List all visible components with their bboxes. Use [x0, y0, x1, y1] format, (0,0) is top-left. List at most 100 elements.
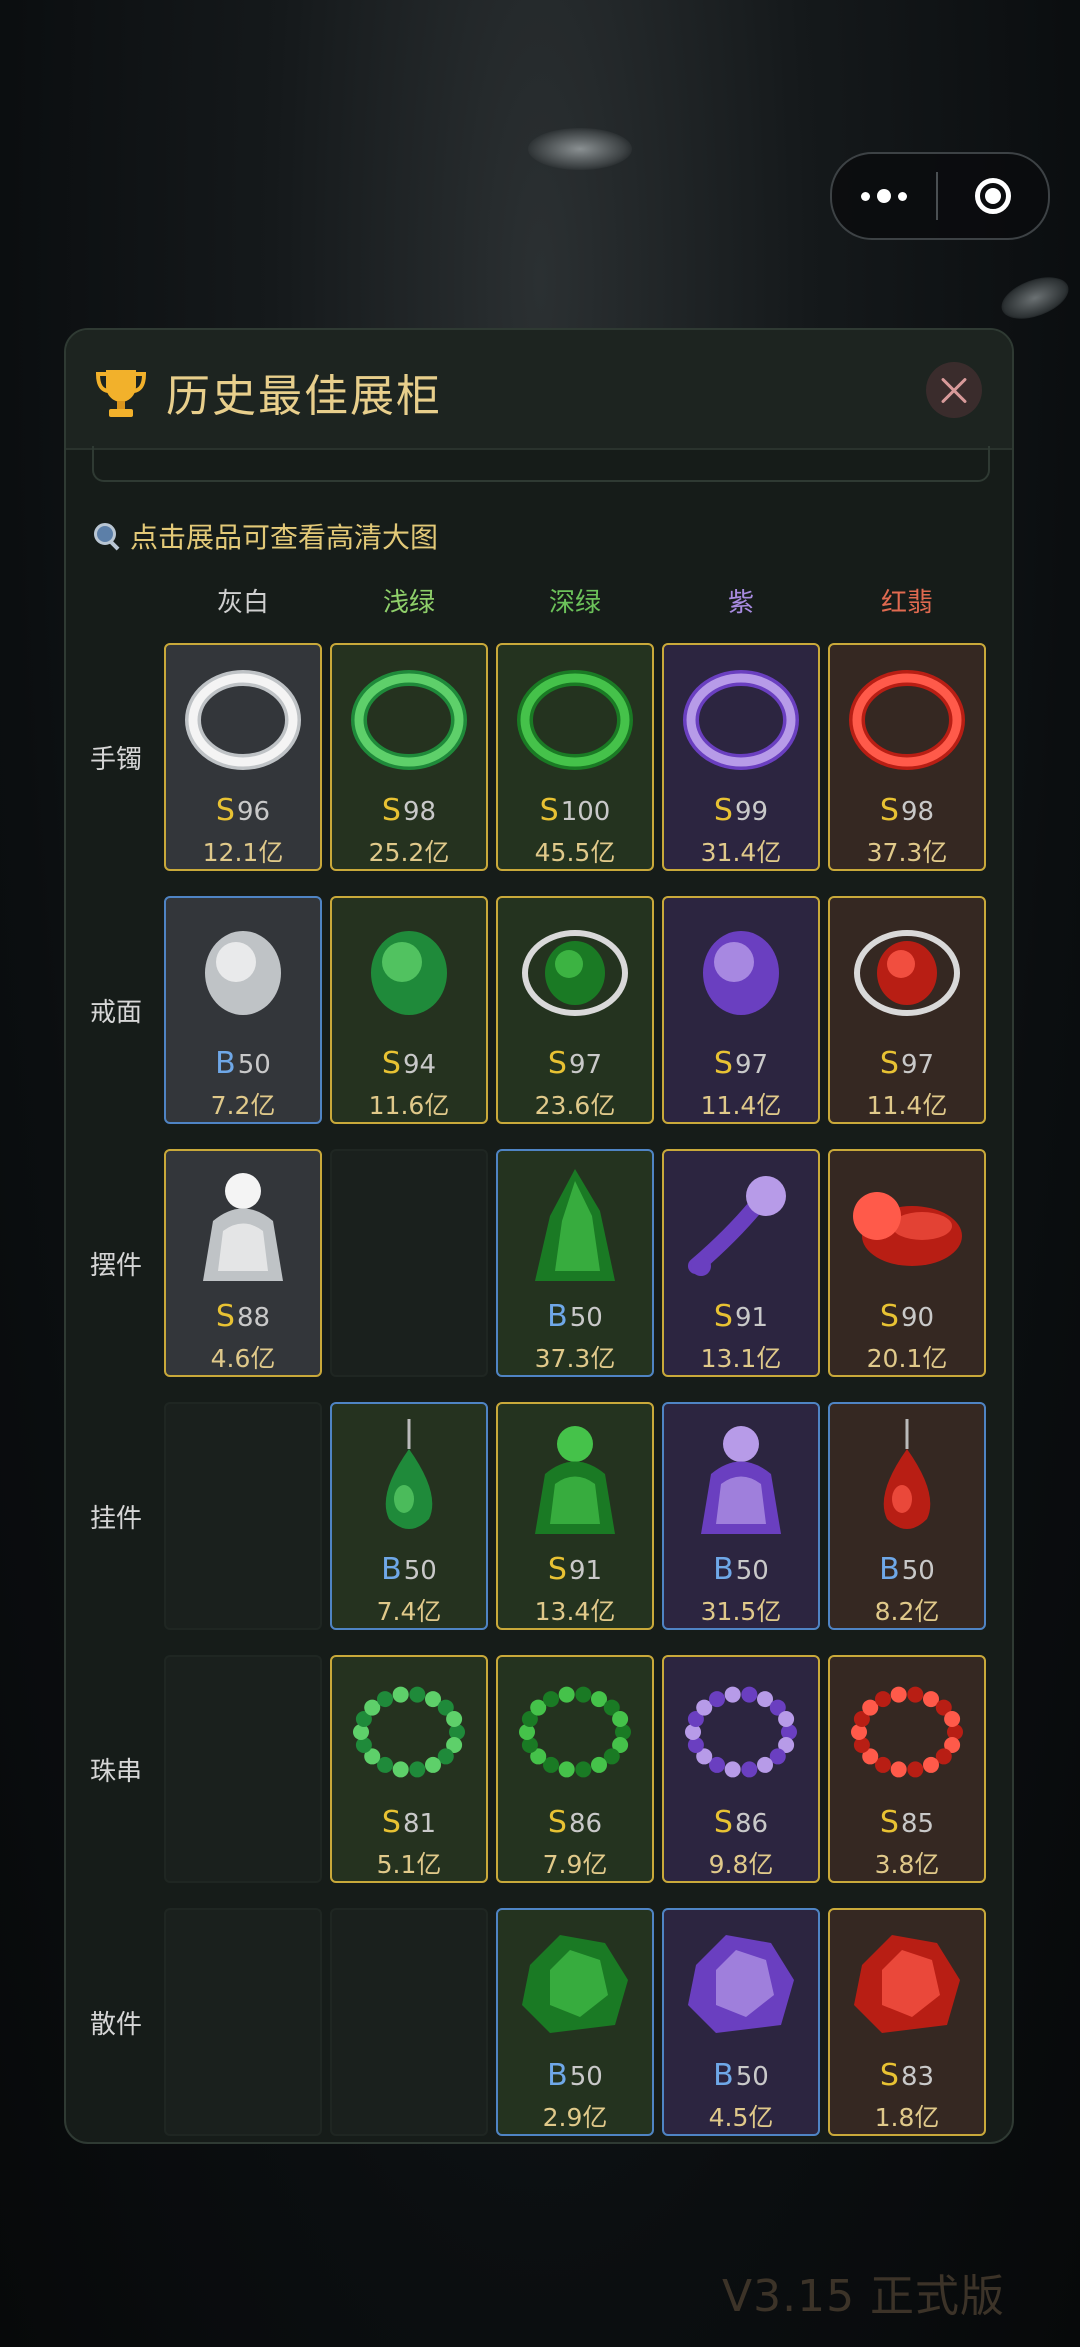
exhibit-card[interactable]: S100 45.5亿 — [496, 643, 654, 871]
grade-score: B50 — [830, 1552, 984, 1587]
score: 97 — [734, 1050, 769, 1080]
exhibit-card[interactable]: S97 11.4亿 — [828, 896, 986, 1124]
score: 98 — [900, 797, 935, 827]
empty-slot — [164, 1402, 322, 1630]
grade-letter: S — [713, 1805, 733, 1840]
panel-title: 历史最佳展柜 — [166, 371, 442, 422]
exhibit-card[interactable]: S83 1.8亿 — [828, 1908, 986, 2136]
close-button[interactable] — [926, 362, 982, 418]
ruyi-icon — [664, 1151, 818, 1301]
grade-score: S91 — [498, 1552, 652, 1587]
exhibit-value: 11.4亿 — [700, 1091, 782, 1120]
bangle-icon — [830, 645, 984, 795]
column-header: 灰白 — [216, 588, 269, 618]
target-icon[interactable] — [938, 178, 1048, 214]
rough-stone-icon — [664, 1910, 818, 2060]
score: 88 — [236, 1303, 271, 1333]
exhibit-card[interactable]: S81 5.1亿 — [330, 1655, 488, 1883]
grade-score: S97 — [664, 1046, 818, 1081]
exhibit-card[interactable]: S86 7.9亿 — [496, 1655, 654, 1883]
exhibit-card[interactable]: S91 13.1亿 — [662, 1149, 820, 1377]
exhibit-card[interactable]: B50 31.5亿 — [662, 1402, 820, 1630]
score: 50 — [403, 1556, 437, 1586]
miniprogram-capsule — [830, 152, 1050, 240]
score: 91 — [734, 1303, 769, 1333]
bangle-icon — [332, 645, 486, 795]
exhibit-card[interactable]: S88 4.6亿 — [164, 1149, 322, 1377]
bangle-icon — [166, 645, 320, 795]
column-header: 紫 — [727, 588, 754, 618]
more-dots-icon[interactable] — [832, 154, 936, 238]
exhibit-card[interactable]: S98 37.3亿 — [828, 643, 986, 871]
pendant-icon — [830, 1404, 984, 1554]
pixiu-icon — [830, 1151, 984, 1301]
exhibit-card[interactable]: S94 11.6亿 — [330, 896, 488, 1124]
score: 90 — [900, 1303, 935, 1333]
row-header: 挂件 — [89, 1504, 142, 1534]
exhibit-card[interactable]: B50 7.4亿 — [330, 1402, 488, 1630]
exhibit-value: 23.6亿 — [534, 1091, 616, 1120]
empty-slot — [164, 1655, 322, 1883]
grade-letter: B — [547, 1299, 568, 1334]
grade-score: S99 — [664, 793, 818, 828]
bead-bracelet-icon — [664, 1657, 818, 1807]
grade-score: B50 — [166, 1046, 320, 1081]
exhibit-value: 4.6亿 — [210, 1344, 276, 1373]
exhibit-card[interactable]: S90 20.1亿 — [828, 1149, 986, 1377]
bangle-icon — [664, 645, 818, 795]
grade-letter: S — [381, 793, 401, 828]
exhibit-card[interactable]: S85 3.8亿 — [828, 1655, 986, 1883]
column-header: 红翡 — [880, 588, 933, 618]
exhibit-card[interactable]: S86 9.8亿 — [662, 1655, 820, 1883]
exhibit-card[interactable]: B50 4.5亿 — [662, 1908, 820, 2136]
exhibit-value: 7.4亿 — [376, 1597, 442, 1626]
score: 50 — [735, 1556, 769, 1586]
exhibit-value: 37.3亿 — [866, 838, 948, 867]
rough-stone-icon — [498, 1910, 652, 2060]
exhibit-value: 11.6亿 — [368, 1091, 450, 1120]
column-header: 浅绿 — [382, 588, 435, 618]
exhibit-card[interactable]: S98 25.2亿 — [330, 643, 488, 871]
grade-letter: S — [713, 793, 733, 828]
score: 100 — [560, 797, 611, 827]
exhibit-card[interactable]: S99 31.4亿 — [662, 643, 820, 871]
grade-score: B50 — [664, 2058, 818, 2093]
grade-score: B50 — [332, 1552, 486, 1587]
grade-score: S96 — [166, 793, 320, 828]
exhibit-value: 13.1亿 — [700, 1344, 782, 1373]
row-header: 摆件 — [89, 1251, 142, 1281]
exhibit-card[interactable]: B50 37.3亿 — [496, 1149, 654, 1377]
exhibit-value: 12.1亿 — [202, 838, 284, 867]
grade-letter: S — [879, 2058, 899, 2093]
exhibit-card[interactable]: S91 13.4亿 — [496, 1402, 654, 1630]
exhibit-card[interactable]: B50 8.2亿 — [828, 1402, 986, 1630]
trophy-icon — [96, 370, 146, 417]
exhibit-value: 31.5亿 — [700, 1597, 782, 1626]
exhibit-card[interactable]: S97 23.6亿 — [496, 896, 654, 1124]
exhibit-card[interactable]: B50 2.9亿 — [496, 1908, 654, 2136]
exhibit-card[interactable]: B50 7.2亿 — [164, 896, 322, 1124]
grade-score: S88 — [166, 1299, 320, 1334]
exhibit-card[interactable]: S97 11.4亿 — [662, 896, 820, 1124]
empty-slot — [330, 1908, 488, 2136]
grade-letter: S — [381, 1046, 401, 1081]
row-header: 戒面 — [89, 998, 142, 1028]
grade-letter: B — [215, 1046, 236, 1081]
rough-stone-icon — [830, 1910, 984, 2060]
exhibit-card[interactable]: S96 12.1亿 — [164, 643, 322, 871]
score: 81 — [402, 1809, 437, 1839]
cabochon-icon — [332, 898, 486, 1048]
grade-letter: S — [539, 793, 559, 828]
grade-letter: S — [547, 1552, 567, 1587]
version-label: V3.15 正式版 — [722, 2271, 1006, 2322]
empty-slot — [330, 1149, 488, 1377]
score: 97 — [568, 1050, 603, 1080]
score: 98 — [402, 797, 437, 827]
grade-letter: B — [713, 2058, 734, 2093]
score: 94 — [402, 1050, 437, 1080]
row-header: 散件 — [89, 2010, 142, 2040]
grade-score: S83 — [830, 2058, 984, 2093]
grade-score: S94 — [332, 1046, 486, 1081]
exhibit-value: 11.4亿 — [866, 1091, 948, 1120]
empty-slot — [164, 1908, 322, 2136]
